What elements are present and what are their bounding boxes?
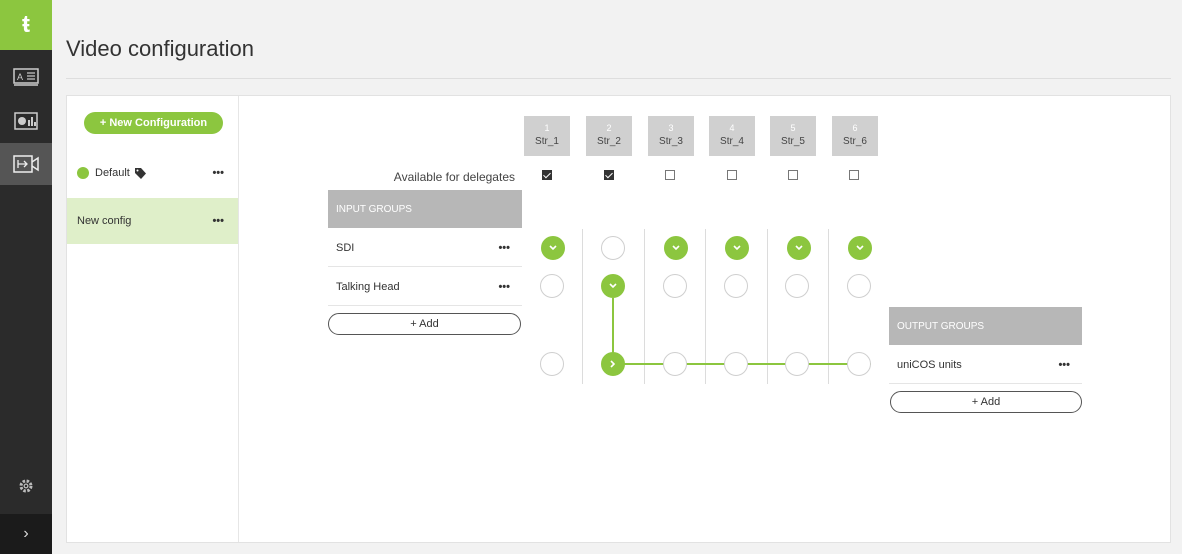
chevron-down-icon bbox=[609, 283, 617, 289]
output-group-unicos-units[interactable]: uniCOS units ••• bbox=[889, 346, 1082, 384]
chevron-down-icon bbox=[672, 245, 680, 251]
add-input-group-button[interactable]: + Add bbox=[328, 313, 521, 335]
gear-icon bbox=[19, 479, 33, 493]
column-divider bbox=[582, 229, 583, 384]
stream-name: Str_1 bbox=[535, 136, 559, 147]
nav-dashboard[interactable] bbox=[0, 100, 52, 142]
column-divider bbox=[767, 229, 768, 384]
chevron-down-icon bbox=[856, 245, 864, 251]
main-panel: + New Configuration Default ••• New conf… bbox=[66, 95, 1171, 543]
stream-name: Str_6 bbox=[843, 136, 867, 147]
input-groups-header: INPUT GROUPS bbox=[328, 190, 522, 228]
chevron-right-icon bbox=[610, 360, 616, 368]
config-label: Default bbox=[95, 167, 130, 179]
expand-sidebar-button[interactable]: › bbox=[0, 514, 52, 554]
app-logo[interactable]: ŧ bbox=[0, 0, 52, 50]
available-for-delegates-label: Available for delegates bbox=[393, 170, 515, 184]
nav-video[interactable] bbox=[0, 143, 52, 185]
config-list: + New Configuration Default ••• New conf… bbox=[67, 96, 239, 542]
nav-settings[interactable] bbox=[0, 465, 52, 507]
output-node-2[interactable] bbox=[601, 352, 625, 376]
stream-header-6[interactable]: 6 Str_6 bbox=[832, 116, 878, 156]
output-node-5[interactable] bbox=[785, 352, 809, 376]
output-group-more-button[interactable]: ••• bbox=[1058, 359, 1070, 371]
route-node-talking-head-1[interactable] bbox=[540, 274, 564, 298]
config-item-default[interactable]: Default ••• bbox=[67, 150, 238, 196]
config-more-button[interactable]: ••• bbox=[212, 215, 224, 227]
stream-number: 4 bbox=[729, 123, 735, 133]
input-group-sdi[interactable]: SDI ••• bbox=[328, 229, 522, 267]
route-node-sdi-5[interactable] bbox=[787, 236, 811, 260]
stream-header-1[interactable]: 1 Str_1 bbox=[524, 116, 570, 156]
tag-icon bbox=[134, 167, 146, 179]
input-group-more-button[interactable]: ••• bbox=[498, 242, 510, 254]
stream-header-5[interactable]: 5 Str_5 bbox=[770, 116, 816, 156]
chevron-down-icon bbox=[795, 245, 803, 251]
stream-header-2[interactable]: 2 Str_2 bbox=[586, 116, 632, 156]
stream-name: Str_3 bbox=[659, 136, 683, 147]
input-group-more-button[interactable]: ••• bbox=[498, 281, 510, 293]
dashboard-icon bbox=[14, 112, 38, 130]
stream-number: 3 bbox=[668, 123, 674, 133]
route-node-talking-head-4[interactable] bbox=[724, 274, 748, 298]
stream-number: 1 bbox=[544, 123, 550, 133]
route-node-sdi-3[interactable] bbox=[664, 236, 688, 260]
output-node-3[interactable] bbox=[663, 352, 687, 376]
chevron-down-icon bbox=[549, 245, 557, 251]
delegate-checkbox-1[interactable] bbox=[542, 170, 552, 180]
stream-name: Str_4 bbox=[720, 136, 744, 147]
title-divider bbox=[66, 78, 1171, 79]
route-node-talking-head-6[interactable] bbox=[847, 274, 871, 298]
nav-text-panel[interactable]: A bbox=[0, 56, 52, 98]
page-title: Video configuration bbox=[66, 36, 254, 61]
delegate-checkbox-4[interactable] bbox=[727, 170, 737, 180]
delegate-checkbox-5[interactable] bbox=[788, 170, 798, 180]
stream-number: 5 bbox=[790, 123, 796, 133]
text-panel-icon: A bbox=[13, 68, 39, 86]
stream-header-4[interactable]: 4 Str_4 bbox=[709, 116, 755, 156]
delegate-checkbox-2[interactable] bbox=[604, 170, 614, 180]
delegate-checkbox-3[interactable] bbox=[665, 170, 675, 180]
config-label: New config bbox=[77, 215, 132, 227]
column-divider bbox=[644, 229, 645, 384]
route-node-talking-head-5[interactable] bbox=[785, 274, 809, 298]
stream-name: Str_5 bbox=[781, 136, 805, 147]
input-group-talking-head[interactable]: Talking Head ••• bbox=[328, 268, 522, 306]
output-node-1[interactable] bbox=[540, 352, 564, 376]
active-status-dot bbox=[77, 167, 89, 179]
route-node-talking-head-2[interactable] bbox=[601, 274, 625, 298]
column-divider bbox=[828, 229, 829, 384]
new-configuration-button[interactable]: + New Configuration bbox=[84, 112, 223, 134]
output-groups-header: OUTPUT GROUPS bbox=[889, 307, 1082, 345]
config-item-new-config[interactable]: New config ••• bbox=[67, 198, 238, 244]
stream-name: Str_2 bbox=[597, 136, 621, 147]
route-node-sdi-1[interactable] bbox=[541, 236, 565, 260]
svg-text:A: A bbox=[17, 72, 23, 82]
stream-number: 6 bbox=[852, 123, 858, 133]
output-group-label: uniCOS units bbox=[897, 358, 962, 371]
input-group-label: SDI bbox=[336, 241, 355, 254]
route-node-sdi-2[interactable] bbox=[601, 236, 625, 260]
sidebar: ŧ A › bbox=[0, 0, 52, 554]
column-divider bbox=[705, 229, 706, 384]
route-node-sdi-6[interactable] bbox=[848, 236, 872, 260]
add-output-group-button[interactable]: + Add bbox=[890, 391, 1082, 413]
input-group-label: Talking Head bbox=[336, 280, 400, 293]
chevron-down-icon bbox=[733, 245, 741, 251]
video-icon bbox=[13, 155, 39, 173]
route-node-talking-head-3[interactable] bbox=[663, 274, 687, 298]
route-node-sdi-4[interactable] bbox=[725, 236, 749, 260]
stream-header-3[interactable]: 3 Str_3 bbox=[648, 116, 694, 156]
delegate-checkbox-6[interactable] bbox=[849, 170, 859, 180]
output-node-4[interactable] bbox=[724, 352, 748, 376]
output-node-6[interactable] bbox=[847, 352, 871, 376]
config-more-button[interactable]: ••• bbox=[212, 167, 224, 179]
stream-number: 2 bbox=[606, 123, 612, 133]
